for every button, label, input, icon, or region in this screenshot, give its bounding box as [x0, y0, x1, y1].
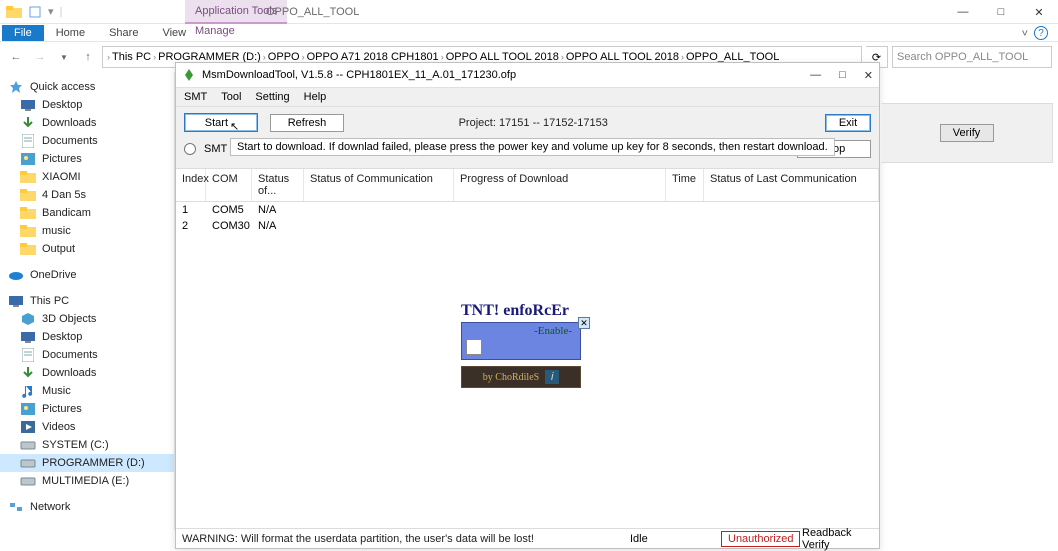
overlay-enable-label: -Enable-: [464, 325, 578, 337]
cursor-icon: ↖: [230, 121, 239, 133]
properties-icon[interactable]: [28, 5, 42, 19]
msm-maximize-button[interactable]: □: [839, 69, 846, 82]
pc-icon: [8, 294, 24, 308]
document-icon: [466, 339, 482, 355]
nav-item[interactable]: Downloads: [0, 114, 174, 132]
maximize-button[interactable]: □: [982, 0, 1020, 24]
msm-app-icon: [182, 68, 196, 82]
grid-header[interactable]: Index COM Status of... Status of Communi…: [176, 169, 879, 202]
msm-titlebar[interactable]: MsmDownloadTool, V1.5.8 -- CPH1801EX_11_…: [176, 63, 879, 87]
nav-up-button[interactable]: ↑: [78, 47, 98, 67]
explorer-titlebar: ▾ | Application Tools OPPO_ALL_TOOL — □ …: [0, 0, 1058, 24]
qat-divider: |: [60, 6, 63, 18]
nav-item[interactable]: SYSTEM (C:): [0, 436, 174, 454]
verify-button[interactable]: Verify: [940, 124, 994, 142]
status-idle: Idle: [630, 533, 648, 545]
msm-menubar: SMT Tool Setting Help: [176, 87, 879, 107]
nav-quick-access[interactable]: Quick access: [0, 78, 174, 96]
status-unauthorized: Unauthorized: [721, 531, 800, 547]
nav-forward-button[interactable]: →: [30, 47, 50, 67]
table-row[interactable]: 1COM5N/A: [176, 202, 879, 218]
start-tooltip: Start to download. If downlad failed, pl…: [230, 138, 835, 156]
cloud-icon: [8, 268, 24, 282]
nav-item[interactable]: 4 Dan 5s: [0, 186, 174, 204]
overlay-by-label: by ChoRdileS: [483, 372, 539, 383]
nav-item[interactable]: PROGRAMMER (D:): [0, 454, 174, 472]
overlay-title: TNT! enfoRcEr: [461, 302, 581, 320]
minimize-button[interactable]: —: [944, 0, 982, 24]
network-icon: [8, 500, 24, 514]
nav-item[interactable]: Pictures: [0, 150, 174, 168]
msm-close-button[interactable]: ✕: [864, 69, 873, 82]
nav-recent-icon[interactable]: ▼: [54, 47, 74, 67]
verify-panel: Verify: [881, 103, 1053, 163]
refresh-button[interactable]: Refresh: [270, 114, 344, 132]
msm-window: MsmDownloadTool, V1.5.8 -- CPH1801EX_11_…: [175, 62, 880, 549]
msm-title-text: MsmDownloadTool, V1.5.8 -- CPH1801EX_11_…: [202, 69, 516, 81]
nav-item[interactable]: Pictures: [0, 400, 174, 418]
col-progress[interactable]: Progress of Download: [454, 169, 666, 201]
nav-item[interactable]: Desktop: [0, 328, 174, 346]
nav-item[interactable]: Desktop: [0, 96, 174, 114]
info-icon[interactable]: i: [545, 370, 559, 384]
col-time[interactable]: Time: [666, 169, 704, 201]
nav-onedrive[interactable]: OneDrive: [0, 266, 174, 284]
ribbon-manage[interactable]: Manage: [195, 25, 235, 37]
close-button[interactable]: ✕: [1020, 0, 1058, 24]
search-input[interactable]: Search OPPO_ALL_TOOL: [892, 46, 1052, 68]
status-readback: Readback Verify: [802, 527, 879, 551]
nav-network[interactable]: Network: [0, 498, 174, 516]
device-grid: Index COM Status of... Status of Communi…: [176, 169, 879, 528]
ribbon-collapse-icon[interactable]: ˅: [1022, 28, 1028, 40]
overlay-enable-box[interactable]: ✕ -Enable-: [461, 322, 581, 360]
nav-item[interactable]: Videos: [0, 418, 174, 436]
nav-item[interactable]: Bandicam: [0, 204, 174, 222]
ribbon-home[interactable]: Home: [44, 25, 97, 41]
folder-icon: [6, 5, 22, 19]
menu-setting[interactable]: Setting: [255, 91, 289, 103]
col-status-comm[interactable]: Status of Communication: [304, 169, 454, 201]
msm-minimize-button[interactable]: —: [810, 69, 821, 82]
star-icon: [8, 80, 24, 94]
nav-item[interactable]: 3D Objects: [0, 310, 174, 328]
msm-toolbar: Start↖ Refresh Project: 17151 -- 17152-1…: [176, 107, 879, 169]
nav-item[interactable]: Downloads: [0, 364, 174, 382]
table-row[interactable]: 2COM30N/A: [176, 218, 879, 234]
nav-item[interactable]: Documents: [0, 132, 174, 150]
enforcer-overlay: TNT! enfoRcEr ✕ -Enable- by ChoRdileS i: [461, 302, 581, 388]
help-icon[interactable]: ?: [1034, 26, 1048, 40]
overlay-close-icon[interactable]: ✕: [578, 317, 590, 329]
status-warning: WARNING: Will format the userdata partit…: [182, 533, 534, 545]
menu-tool[interactable]: Tool: [221, 91, 241, 103]
col-com[interactable]: COM: [206, 169, 252, 201]
breadcrumb-segment[interactable]: This PC: [112, 51, 151, 63]
overlay-credit-box: by ChoRdileS i: [461, 366, 581, 388]
nav-item[interactable]: XIAOMI: [0, 168, 174, 186]
nav-item[interactable]: music: [0, 222, 174, 240]
nav-item[interactable]: Documents: [0, 346, 174, 364]
col-index[interactable]: Index: [176, 169, 206, 201]
nav-pane: Quick accessDesktopDownloadsDocumentsPic…: [0, 72, 175, 530]
col-last[interactable]: Status of Last Communication: [704, 169, 879, 201]
ribbon: File Home Share View Manage ˅ ?: [0, 24, 1058, 42]
nav-item[interactable]: Music: [0, 382, 174, 400]
col-status[interactable]: Status of...: [252, 169, 304, 201]
ribbon-file[interactable]: File: [2, 25, 44, 41]
start-button[interactable]: Start↖: [184, 113, 258, 132]
exit-button[interactable]: Exit: [825, 114, 871, 132]
ribbon-share[interactable]: Share: [97, 25, 150, 41]
project-label: Project: 17151 -- 17152-17153: [459, 117, 608, 129]
nav-item[interactable]: MULTIMEDIA (E:): [0, 472, 174, 490]
ribbon-view[interactable]: View: [150, 25, 198, 41]
qat-chevron-icon[interactable]: ▾: [48, 5, 54, 18]
menu-smt[interactable]: SMT: [184, 91, 207, 103]
nav-item[interactable]: Output: [0, 240, 174, 258]
menu-help[interactable]: Help: [304, 91, 327, 103]
msm-statusbar: WARNING: Will format the userdata partit…: [176, 528, 879, 548]
smt-mode-radio[interactable]: [184, 143, 196, 155]
nav-back-button[interactable]: ←: [6, 47, 26, 67]
nav-this-pc[interactable]: This PC: [0, 292, 174, 310]
window-title: OPPO_ALL_TOOL: [266, 0, 359, 24]
